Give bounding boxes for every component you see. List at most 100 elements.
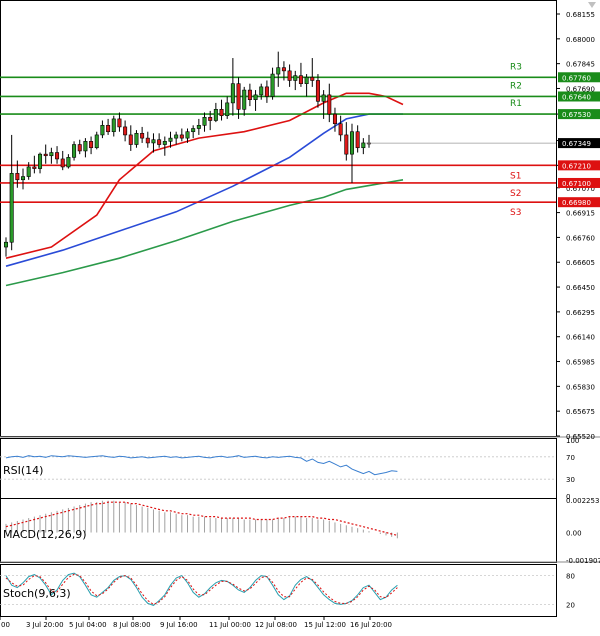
candle-body xyxy=(287,70,292,81)
candle-body xyxy=(26,166,31,177)
candle-body xyxy=(247,89,252,100)
price-tick-label: 0.65675 xyxy=(566,408,595,416)
time-tick-label: 3 Jul 20:00 xyxy=(26,621,64,629)
candle-body xyxy=(106,125,111,133)
candle-body xyxy=(344,134,349,155)
candle-body xyxy=(332,113,337,125)
chart-frames xyxy=(0,0,600,617)
level-name-r3: R3 xyxy=(510,62,522,72)
candle-body xyxy=(60,158,65,168)
time-tick-label: 11 Jul 00:00 xyxy=(209,621,251,629)
candle-body xyxy=(145,137,150,144)
level-price-label: 0.66980 xyxy=(562,199,591,207)
macd-tick-label: -0.001907 xyxy=(566,557,600,565)
level-name-s1: S1 xyxy=(510,171,521,181)
panel-frame-1 xyxy=(0,438,557,499)
candle-body xyxy=(55,152,60,160)
candle-body xyxy=(270,73,275,97)
candle-body xyxy=(111,118,116,133)
candle-body xyxy=(298,75,303,84)
time-axis: 00 3 Jul 20:00 5 Jul 04:00 8 Jul 08:00 9 Jul… xyxy=(0,616,392,629)
candle-body xyxy=(349,131,354,155)
level-name-r2: R2 xyxy=(510,81,522,91)
candle-body xyxy=(77,144,82,152)
candle-body xyxy=(304,76,309,84)
price-tick-label: 0.68155 xyxy=(566,11,595,19)
level-price-label: 0.67210 xyxy=(562,162,591,170)
candle-body xyxy=(338,123,343,136)
candle-body xyxy=(43,153,48,157)
candle-body xyxy=(32,166,37,169)
candle-body xyxy=(219,108,224,117)
corner-arrow-icon xyxy=(588,2,596,8)
candle-body xyxy=(236,83,241,110)
candle-body xyxy=(355,131,360,149)
price-tick-label: 0.66140 xyxy=(566,334,595,342)
rsi-label: RSI(14) xyxy=(3,464,43,477)
candle-body xyxy=(191,128,196,133)
price-tick-label: 0.65830 xyxy=(566,383,595,391)
stoch-label: Stoch(9,6,3) xyxy=(3,587,71,600)
candle-body xyxy=(140,133,145,139)
time-tick-label: 8 Jul 08:00 xyxy=(113,621,151,629)
candle-body xyxy=(196,125,201,129)
time-tick-label: 9 Jul 16:00 xyxy=(160,621,198,629)
candle-body xyxy=(168,137,173,142)
price-tick-label: 0.66760 xyxy=(566,234,595,242)
candle-body xyxy=(293,75,298,81)
candle-body xyxy=(321,94,326,102)
candle-body xyxy=(281,67,286,72)
candle-body xyxy=(38,153,43,169)
candle-body xyxy=(264,86,269,97)
candle-body xyxy=(174,134,179,139)
candle-body xyxy=(327,94,332,115)
level-price-label: 0.67760 xyxy=(562,74,591,82)
stoch-tick-label: 20 xyxy=(566,601,575,609)
rsi-tick-label: 30 xyxy=(566,476,575,484)
chart-root: 0.681550.680000.678450.676900.675300.673… xyxy=(0,0,600,632)
chart-svg: 0.681550.680000.678450.676900.675300.673… xyxy=(0,0,600,629)
stoch-tick-label: 80 xyxy=(566,573,575,581)
price-tick-label: 0.66915 xyxy=(566,210,595,218)
level-name-s2: S2 xyxy=(510,189,521,199)
panel-frame-3 xyxy=(0,564,557,617)
candle-body xyxy=(179,134,184,139)
candle-body xyxy=(253,94,258,100)
price-tick-label: 0.67845 xyxy=(566,61,595,69)
price-tick-label: 0.66295 xyxy=(566,309,595,317)
candle-body xyxy=(242,89,247,110)
price-tick-label: 0.65985 xyxy=(566,359,595,367)
level-price-label: 0.67640 xyxy=(562,93,591,101)
time-tick-label: 00 xyxy=(1,621,10,629)
candle-body xyxy=(208,117,213,121)
macd-label: MACD(12,26,9) xyxy=(3,528,87,541)
candle-body xyxy=(49,152,54,157)
macd-tick-label: 0.00 xyxy=(566,530,582,538)
candle-body xyxy=(89,141,94,149)
candle-body xyxy=(213,108,218,121)
time-tick-label: 15 Jul 12:00 xyxy=(304,621,346,629)
level-price-label: 0.67530 xyxy=(562,111,591,119)
candle-body xyxy=(128,134,133,145)
price-tick-label: 0.68000 xyxy=(566,36,595,44)
macd-tick-label: 0.002253 xyxy=(566,497,599,505)
time-tick-label: 12 Jul 08:00 xyxy=(255,621,297,629)
candle-body xyxy=(151,139,156,144)
candle-body xyxy=(66,157,71,168)
candle-body xyxy=(162,141,167,145)
candle-body xyxy=(4,241,9,248)
current-price-label: 0.67349 xyxy=(562,140,591,148)
candle-body xyxy=(123,126,128,136)
level-name-r1: R1 xyxy=(510,99,522,109)
candle-body xyxy=(15,173,20,181)
candle-body xyxy=(185,131,190,139)
candle-body xyxy=(315,80,320,102)
candle-body xyxy=(117,118,122,128)
candle-body xyxy=(21,176,26,181)
level-price-label: 0.67100 xyxy=(562,180,591,188)
candle-body xyxy=(83,141,88,152)
time-tick-label: 16 Jul 20:00 xyxy=(350,621,392,629)
rsi-tick-label: 100 xyxy=(566,437,579,445)
candle-body xyxy=(310,76,315,81)
candle-body xyxy=(225,102,230,117)
